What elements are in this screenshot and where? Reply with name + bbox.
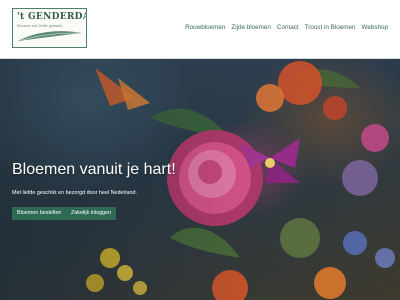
business-login-button[interactable]: Zakelijk inloggen xyxy=(66,207,117,220)
nav-troost-in-bloemen[interactable]: Troost in Bloemen xyxy=(305,24,356,31)
nav-zijde-bloemen[interactable]: Zijde bloemen xyxy=(231,24,271,31)
main-nav: Rouwbloemen Zijde bloemen Contact Troost… xyxy=(185,24,388,31)
hero-title: Bloemen vanuit je hart! xyxy=(12,161,176,178)
site-header: 't GENDERDAL bloemen met liefde gemaakt … xyxy=(0,0,400,59)
hero-subtitle: Met liefde geschikt en bezorgd door heel… xyxy=(12,190,137,196)
hero-overlay xyxy=(0,58,400,300)
leaf-icon xyxy=(18,31,82,41)
logo[interactable]: 't GENDERDAL bloemen met liefde gemaakt xyxy=(12,8,87,48)
nav-webshop[interactable]: Webshop xyxy=(362,24,389,31)
order-flowers-button[interactable]: Bloemen bestellen xyxy=(12,207,67,220)
nav-rouwbloemen[interactable]: Rouwbloemen xyxy=(185,24,225,31)
nav-contact[interactable]: Contact xyxy=(277,24,299,31)
logo-wordmark: 't GENDERDAL xyxy=(17,12,86,22)
hero-section: Bloemen vanuit je hart! Met liefde gesch… xyxy=(0,58,400,300)
